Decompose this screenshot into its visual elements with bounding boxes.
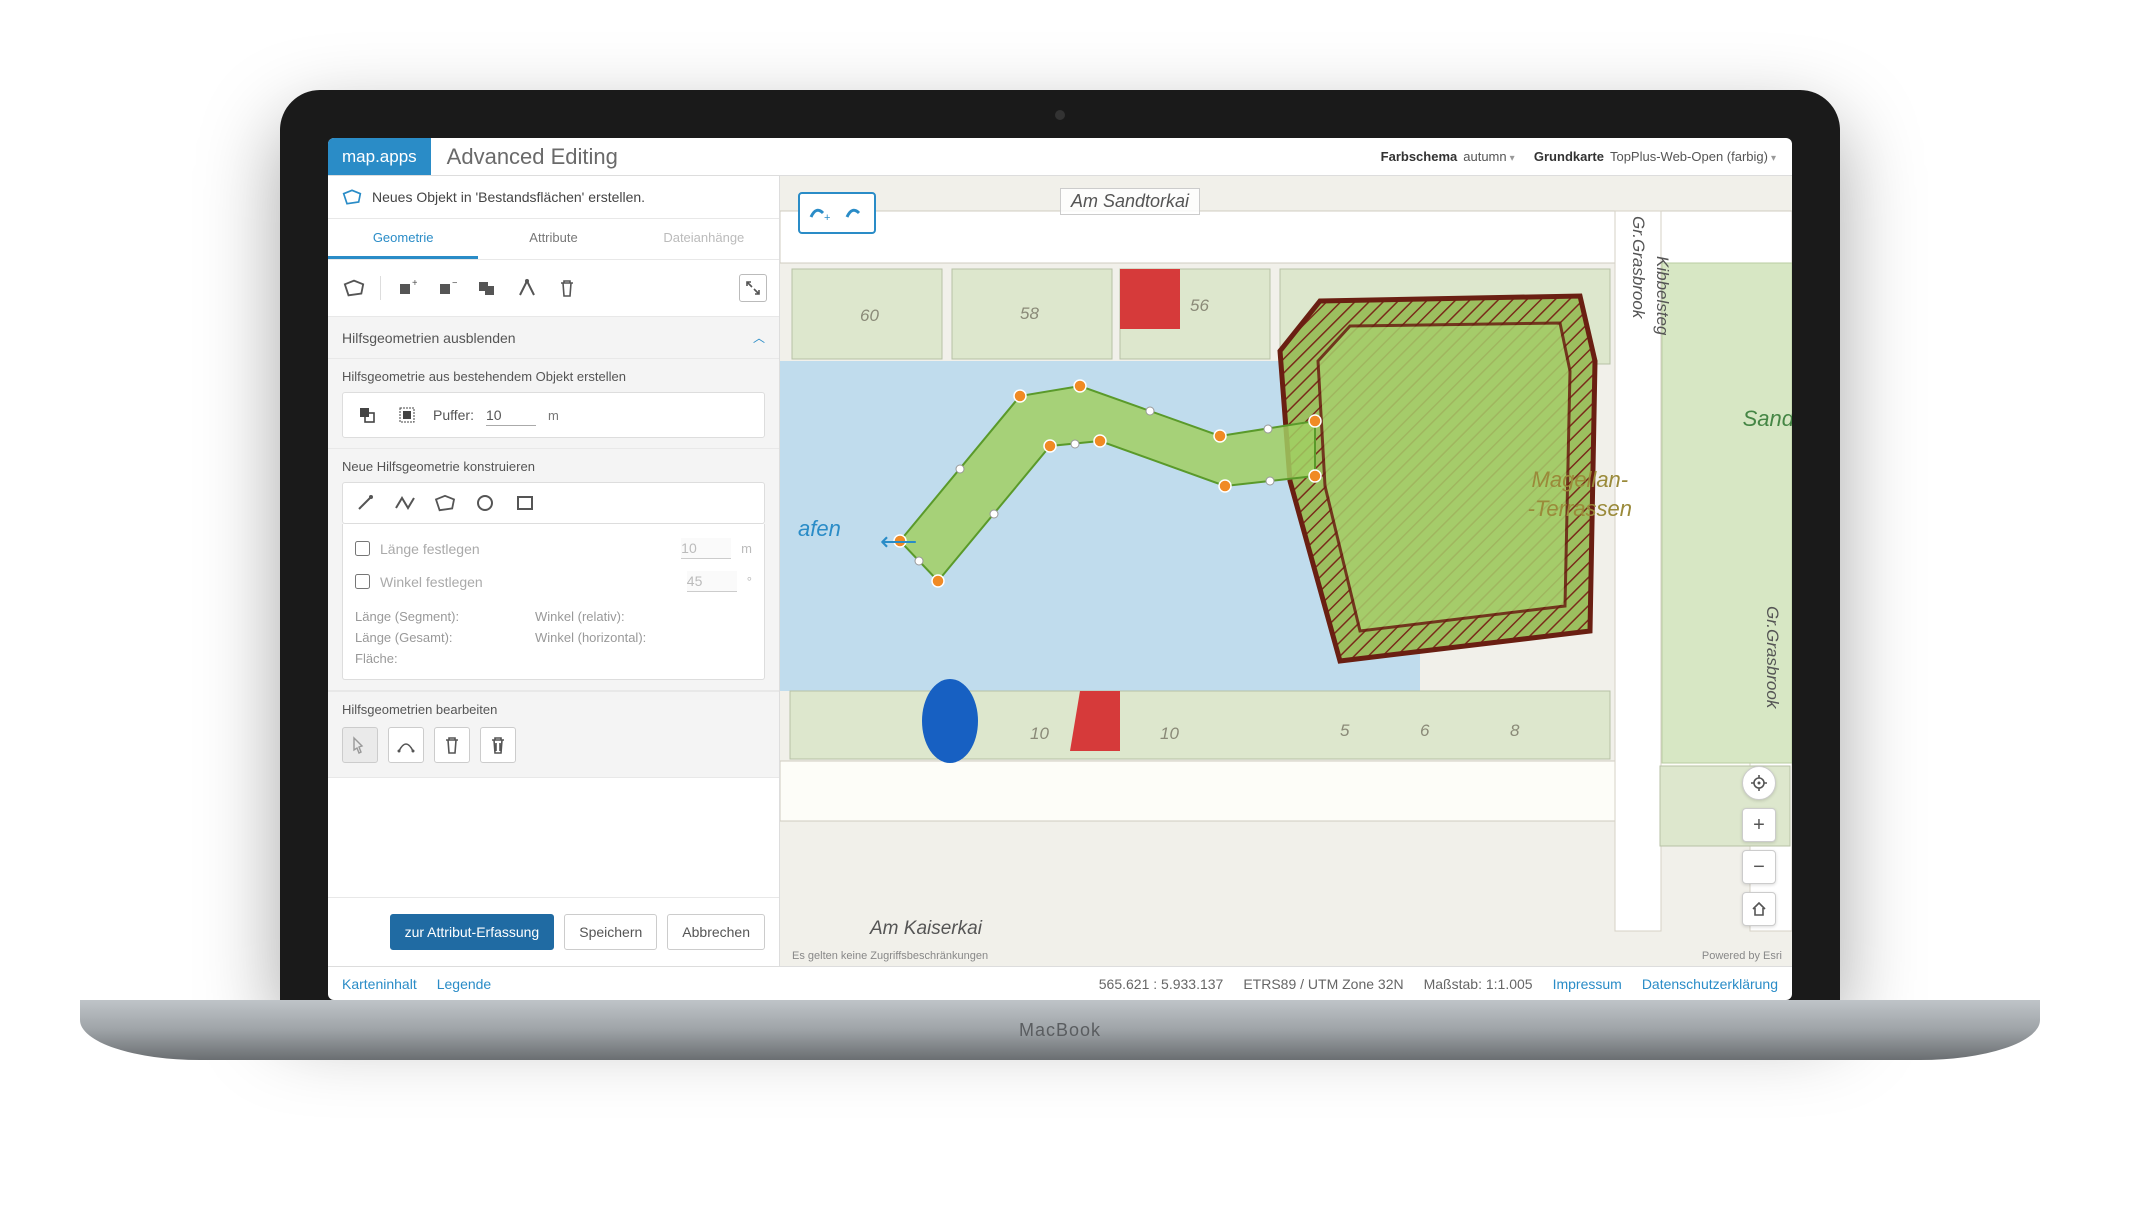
fix-angle-checkbox[interactable] <box>355 574 370 589</box>
map-content-link[interactable]: Karteninhalt <box>342 976 417 992</box>
to-attribute-capture-button[interactable]: zur Attribut-Erfassung <box>390 914 555 950</box>
tab-geometry[interactable]: Geometrie <box>328 219 478 259</box>
access-note: Es gelten keine Zugriffsbeschränkungen <box>792 950 988 962</box>
draw-rect-button[interactable] <box>513 491 537 515</box>
draw-point-button[interactable] <box>353 491 377 515</box>
editing-side-panel: Neues Objekt in 'Bestandsflächen' erstel… <box>328 176 780 966</box>
fix-length-label: Länge festlegen <box>380 541 480 557</box>
polygon-icon <box>342 188 362 206</box>
buffer-unit: m <box>548 408 559 423</box>
svg-text:+: + <box>824 212 830 223</box>
chevron-down-icon: ▾ <box>1771 153 1776 164</box>
scheme-dropdown[interactable]: autumn▾ <box>1463 149 1514 164</box>
app-header: map.apps Advanced Editing Farbschema aut… <box>328 138 1792 176</box>
len-total-label: Länge (Gesamt): <box>355 630 535 645</box>
sketch-button[interactable] <box>839 197 871 229</box>
chevron-up-icon: ︿ <box>753 329 765 346</box>
construct-heading: Neue Hilfsgeometrie konstruieren <box>342 459 765 474</box>
building-number: 60 <box>860 306 879 325</box>
delete-helper-button[interactable] <box>434 727 470 763</box>
map-edit-toolbar: + <box>798 192 876 234</box>
app-logo[interactable]: map.apps <box>328 138 431 175</box>
expand-button[interactable] <box>739 274 767 302</box>
draw-polygon-button[interactable] <box>340 274 368 302</box>
privacy-link[interactable]: Datenschutzerklärung <box>1642 976 1778 992</box>
draw-polygon-button[interactable] <box>433 491 457 515</box>
laptop-base <box>80 1000 2040 1060</box>
water-arrow-icon: ⟵ <box>880 526 917 557</box>
geometry-toolbar: + − <box>328 260 779 317</box>
crs-readout: ETRS89 / UTM Zone 32N <box>1243 976 1403 992</box>
merge-shape-button[interactable] <box>473 274 501 302</box>
locate-button[interactable] <box>1742 766 1776 800</box>
svg-text:−: − <box>452 278 457 289</box>
add-sketch-button[interactable]: + <box>803 197 835 229</box>
app-footer: Karteninhalt Legende 565.621 : 5.933.137… <box>328 966 1792 1000</box>
draw-polyline-button[interactable] <box>393 491 417 515</box>
tab-files: Dateianhänge <box>629 219 779 259</box>
coord-readout: 565.621 : 5.933.137 <box>1099 976 1224 992</box>
delete-all-helpers-button[interactable] <box>480 727 516 763</box>
building-number: 58 <box>1020 304 1039 323</box>
zoom-in-button[interactable]: + <box>1742 808 1776 842</box>
street-label-grasbrook-bottom: Gr.Grasbrook <box>1762 606 1782 708</box>
home-extent-button[interactable] <box>1742 892 1776 926</box>
fix-length-checkbox[interactable] <box>355 541 370 556</box>
building-number: 8 <box>1510 721 1520 740</box>
map-viewport[interactable]: 60 58 56 5 6 8 10 10 + Am Sandtorkai Am … <box>780 176 1792 966</box>
building-number: 56 <box>1190 296 1209 315</box>
edit-helpers-heading: Hilfsgeometrien bearbeiten <box>328 691 779 723</box>
building-number: 6 <box>1420 721 1430 740</box>
fix-angle-unit: ° <box>747 574 752 589</box>
webcam-dot <box>1055 110 1065 120</box>
buffer-label: Puffer: <box>433 407 474 423</box>
separator <box>380 276 381 300</box>
map-credit: Powered by Esri <box>1702 950 1782 962</box>
panel-title: Neues Objekt in 'Bestandsflächen' erstel… <box>328 176 779 218</box>
area-label: Fläche: <box>355 651 535 666</box>
scale-readout: Maßstab: 1:1.005 <box>1424 976 1533 992</box>
buffer-geometry-button[interactable] <box>393 401 421 429</box>
edit-vertex-button[interactable] <box>513 274 541 302</box>
scheme-label: Farbschema <box>1381 149 1458 164</box>
legend-link[interactable]: Legende <box>437 976 492 992</box>
remove-shape-button[interactable]: − <box>433 274 461 302</box>
fix-length-input[interactable] <box>681 538 731 559</box>
basemap-label: Grundkarte <box>1534 149 1604 164</box>
add-shape-button[interactable]: + <box>393 274 421 302</box>
imprint-link[interactable]: Impressum <box>1553 976 1622 992</box>
draw-circle-button[interactable] <box>473 491 497 515</box>
fix-angle-label: Winkel festlegen <box>380 574 483 590</box>
tab-attributes[interactable]: Attribute <box>478 219 628 259</box>
street-label-bottom: Am Kaiserkai <box>870 918 982 940</box>
save-button[interactable]: Speichern <box>564 914 657 950</box>
angle-hor-label: Winkel (horizontal): <box>535 630 646 645</box>
fix-length-unit: m <box>741 541 752 556</box>
sand-label: Sand <box>1743 406 1792 432</box>
magellan-label: Magellan--Terrassen <box>1528 466 1632 523</box>
app-title: Advanced Editing <box>431 144 634 170</box>
cancel-button[interactable]: Abbrechen <box>667 914 765 950</box>
chevron-down-icon: ▾ <box>1510 153 1515 164</box>
angle-rel-label: Winkel (relativ): <box>535 609 625 624</box>
street-label-grasbrook-top: Gr.Grasbrook <box>1628 216 1648 318</box>
buffer-input[interactable] <box>486 405 536 426</box>
hafen-label: afen <box>798 516 841 542</box>
building-number: 10 <box>1030 724 1049 743</box>
len-seg-label: Länge (Segment): <box>355 609 535 624</box>
copy-geometry-button[interactable] <box>353 401 381 429</box>
zoom-out-button[interactable]: − <box>1742 850 1776 884</box>
select-helper-button <box>342 727 378 763</box>
reshape-helper-button[interactable] <box>388 727 424 763</box>
street-label-top: Am Sandtorkai <box>1060 188 1200 215</box>
hide-helpers-toggle[interactable]: Hilfsgeometrien ausblenden ︿ <box>328 317 779 359</box>
from-existing-heading: Hilfsgeometrie aus bestehendem Objekt er… <box>342 369 765 384</box>
delete-button[interactable] <box>553 274 581 302</box>
building-number: 5 <box>1340 721 1350 740</box>
basemap-dropdown[interactable]: TopPlus-Web-Open (farbig)▾ <box>1610 149 1776 164</box>
fix-angle-input[interactable] <box>687 571 737 592</box>
svg-text:+: + <box>412 278 417 289</box>
street-label-kibbelsteg: Kibbelsteg <box>1652 256 1672 335</box>
building-number: 10 <box>1160 724 1179 743</box>
